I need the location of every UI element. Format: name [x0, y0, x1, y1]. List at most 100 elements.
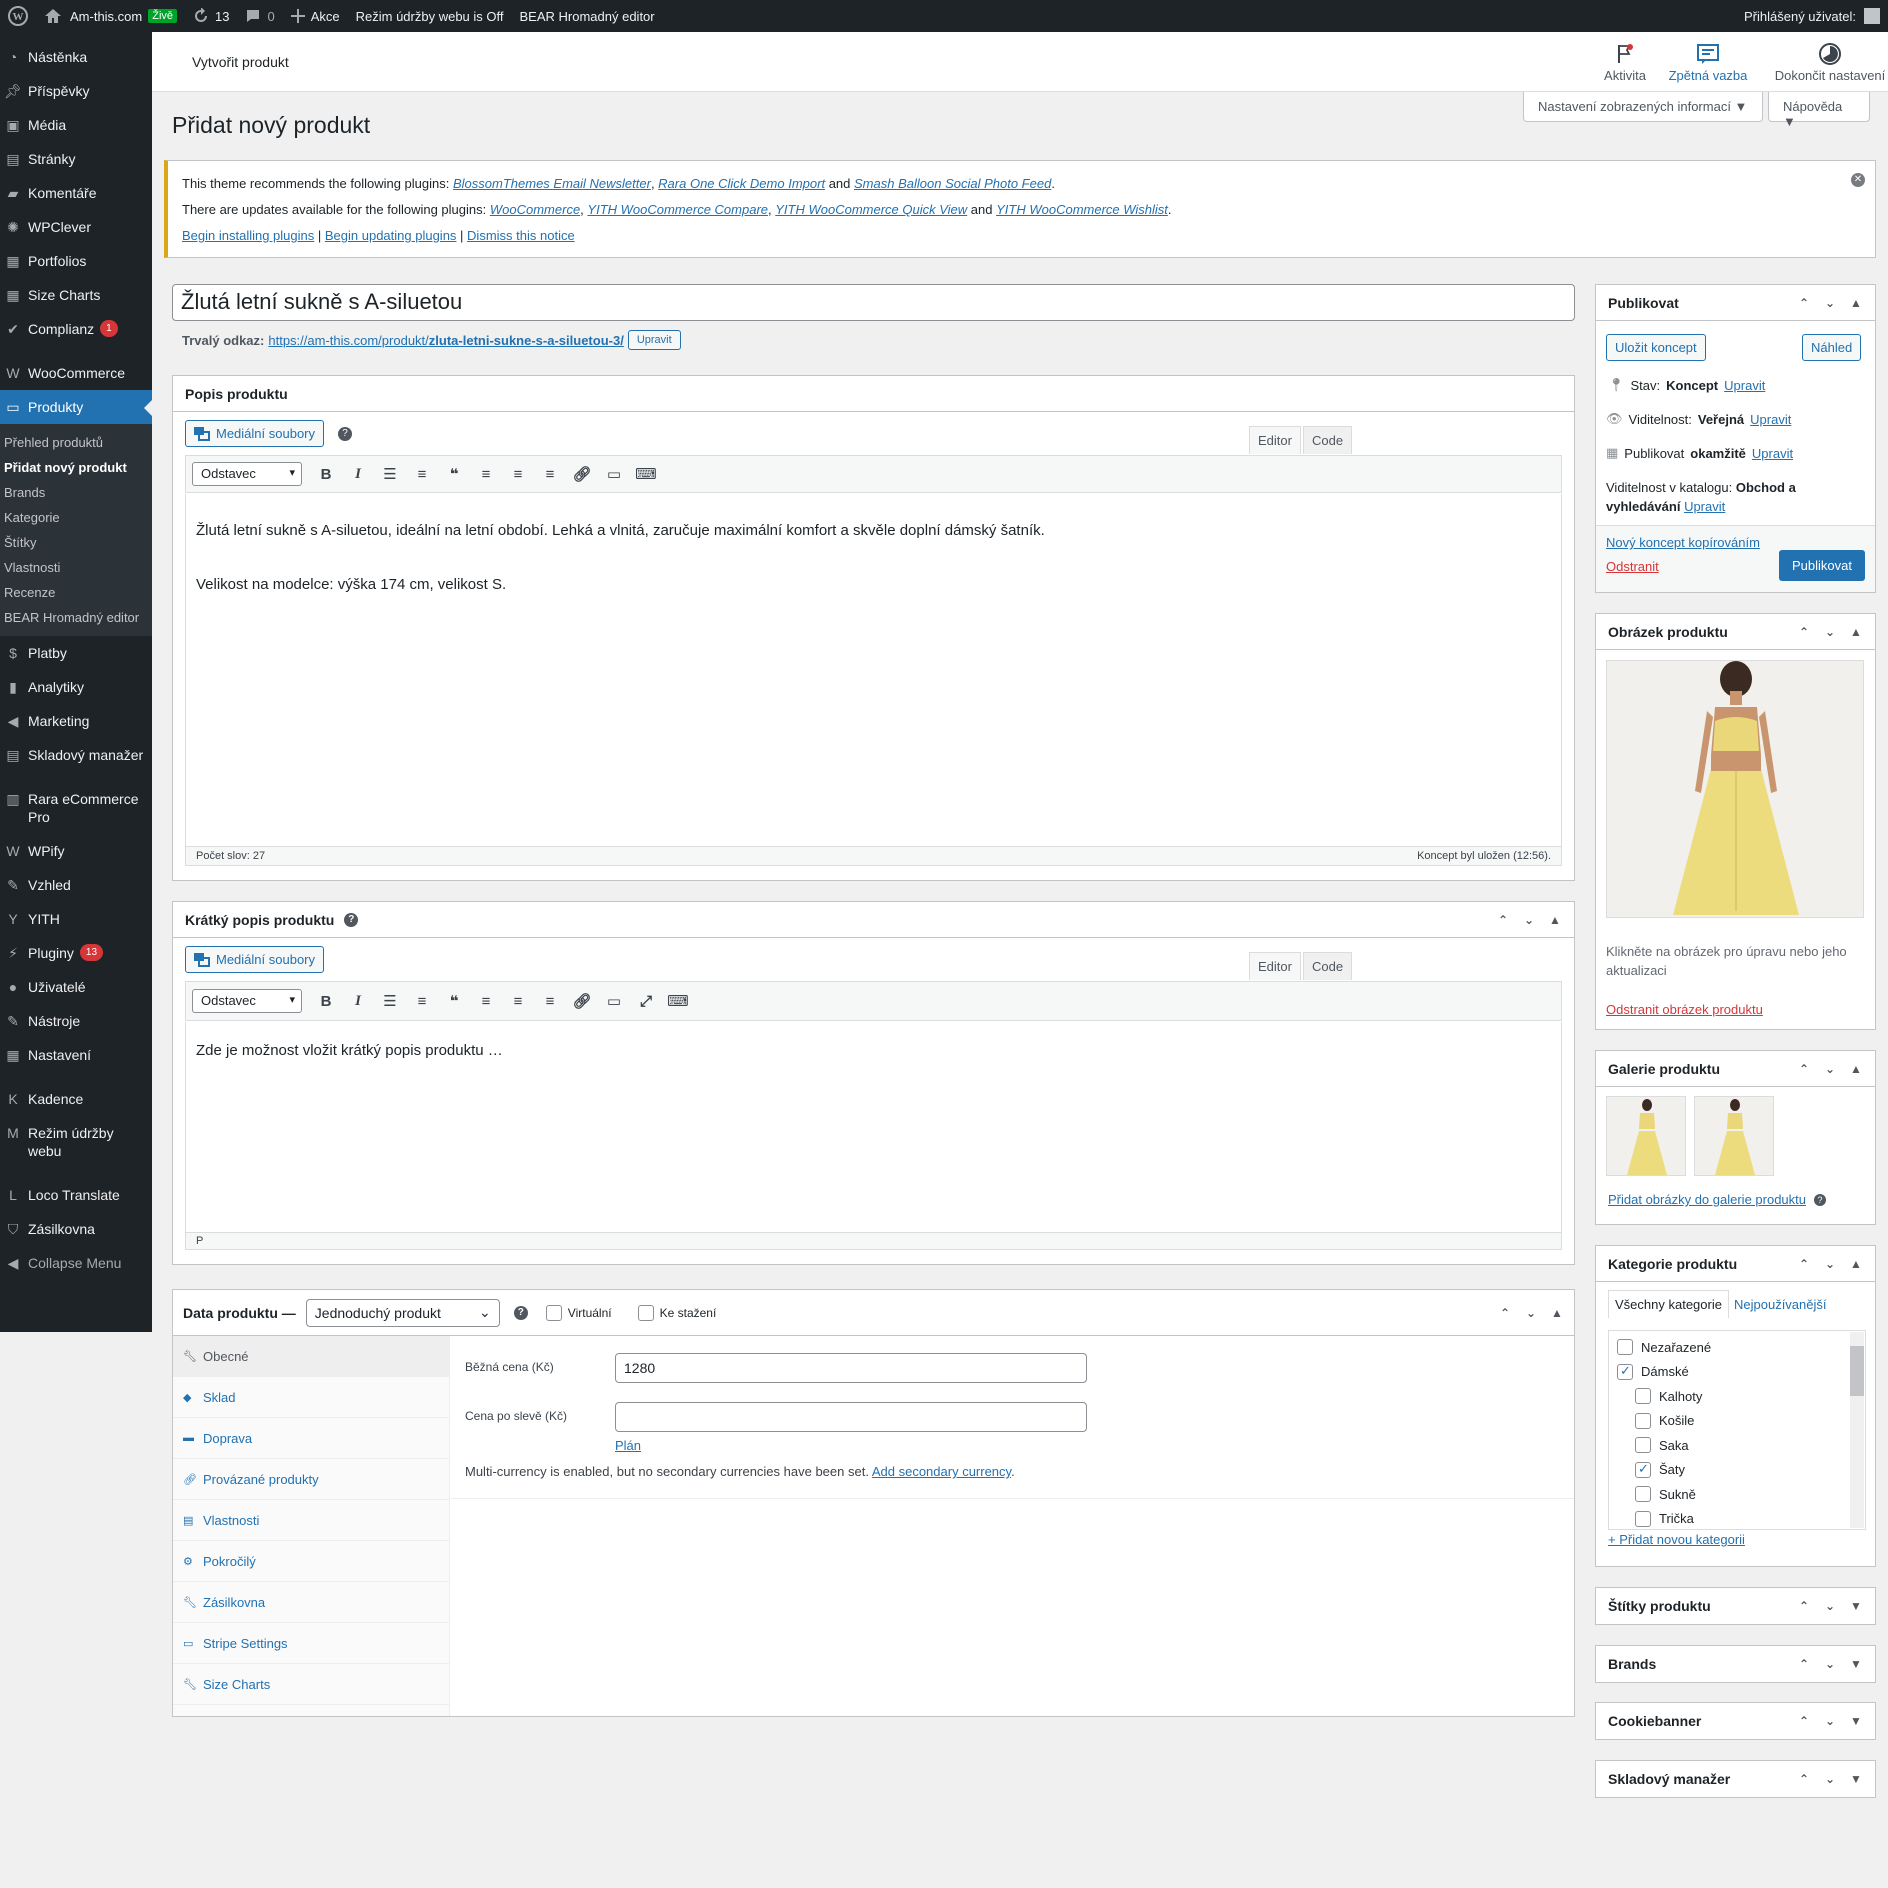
align-center-icon[interactable]: ≡	[502, 993, 534, 1010]
sidebar-item-table[interactable]: ▦ Size Charts	[0, 278, 152, 312]
add-currency-link[interactable]: Add secondary currency	[872, 1464, 1011, 1479]
align-right-icon[interactable]: ≡	[534, 466, 566, 483]
status-edit-link[interactable]: Upravit	[1724, 378, 1765, 393]
move-down-icon[interactable]: ⌄	[1823, 625, 1837, 639]
product-image[interactable]	[1606, 660, 1864, 918]
submenu-item[interactable]: Štítky	[0, 530, 152, 555]
toggle-panel-icon[interactable]: ▲	[1849, 296, 1863, 310]
downloadable-checkbox[interactable]	[637, 1304, 654, 1321]
italic-icon[interactable]: I	[342, 993, 374, 1010]
tab-code[interactable]: Code	[1303, 952, 1353, 980]
sidebar-item-dashboard[interactable]: ◔ Nástěnka	[0, 40, 152, 74]
move-up-icon[interactable]: ⌃	[1797, 1714, 1811, 1728]
sidebar-item-stats[interactable]: ▥ Rara eCommerce Pro	[0, 782, 152, 834]
short-description-editor[interactable]: Zde je možnost vložit krátký popis produ…	[185, 1022, 1562, 1232]
align-right-icon[interactable]: ≡	[534, 993, 566, 1010]
submenu-item[interactable]: Přehled produktů	[0, 430, 152, 455]
tab-editor[interactable]: Editor	[1249, 426, 1301, 454]
toolbar-toggle-icon[interactable]: ⌨	[630, 465, 662, 483]
notice-plugin-link[interactable]: YITH WooCommerce Compare	[587, 202, 768, 217]
notice-action-link[interactable]: Dismiss this notice	[467, 228, 575, 243]
post-title-input[interactable]: Žlutá letní sukně s A-siluetou	[172, 284, 1575, 321]
move-down-icon[interactable]: ⌄	[1823, 1062, 1837, 1076]
toggle-panel-icon[interactable]: ▼	[1849, 1599, 1863, 1613]
sidebar-item-comments[interactable]: ▰ Komentáře	[0, 176, 152, 210]
sidebar-item-pages[interactable]: ▤ Stránky	[0, 142, 152, 176]
virtual-checkbox[interactable]	[545, 1304, 562, 1321]
sidebar-item-bulb[interactable]: ✺ WPClever	[0, 210, 152, 244]
move-up-icon[interactable]: ⌃	[1797, 1062, 1811, 1076]
quote-icon[interactable]: ❝	[438, 992, 470, 1010]
bullet-list-icon[interactable]: ☰	[374, 465, 406, 483]
quote-icon[interactable]: ❝	[438, 465, 470, 483]
toolbar-toggle-icon[interactable]: ⌨	[662, 992, 694, 1010]
add-gallery-images-link[interactable]: Přidat obrázky do galerie produktu	[1608, 1192, 1806, 1207]
move-up-icon[interactable]: ⌃	[1797, 1599, 1811, 1613]
help-button[interactable]: Nápověda ▼	[1768, 92, 1870, 129]
toggle-panel-icon[interactable]: ▲	[1849, 1257, 1863, 1271]
maintenance-link[interactable]: Režim údržby webu is Off	[348, 0, 512, 32]
move-down-icon[interactable]: ⌄	[1522, 913, 1536, 927]
sidebar-item-woo[interactable]: W WooCommerce	[0, 356, 152, 390]
toggle-panel-icon[interactable]: ▼	[1849, 1772, 1863, 1786]
category-checkbox[interactable]	[1635, 1461, 1651, 1478]
sidebar-item-settings[interactable]: ▦ Nastavení	[0, 1038, 152, 1072]
schedule-link[interactable]: Plán	[615, 1438, 641, 1453]
format-select[interactable]: Odstavec	[192, 989, 302, 1013]
move-up-icon[interactable]: ⌃	[1797, 625, 1811, 639]
submenu-item[interactable]: Kategorie	[0, 505, 152, 530]
copy-draft-link[interactable]: Nový koncept kopírováním	[1606, 535, 1760, 550]
numbered-list-icon[interactable]: ≡	[406, 993, 438, 1010]
sidebar-item-translate[interactable]: L Loco Translate	[0, 1178, 152, 1212]
link-icon[interactable]: 🔗︎	[566, 992, 598, 1010]
link-icon[interactable]: 🔗︎	[566, 465, 598, 483]
sidebar-item-shield[interactable]: ⛉ Zásilkovna	[0, 1212, 152, 1246]
bold-icon[interactable]: B	[310, 466, 342, 483]
product-tab-size-charts[interactable]: 🔧︎ Size Charts	[173, 1664, 449, 1705]
product-tab-vlastnosti[interactable]: ▤ Vlastnosti	[173, 1500, 449, 1541]
site-name-link[interactable]: Am-this.com Živě	[36, 0, 185, 32]
submenu-item[interactable]: Vlastnosti	[0, 555, 152, 580]
finish-setup-button[interactable]: Dokončit nastavení	[1772, 40, 1888, 83]
fullscreen-icon[interactable]: ⤢	[630, 993, 662, 1010]
collapsed-box-header[interactable]: Štítky produktu ⌃ ⌄ ▼	[1596, 1588, 1875, 1624]
toggle-panel-icon[interactable]: ▲	[1849, 1062, 1863, 1076]
product-tab-provázané-produkty[interactable]: 🔗︎ Provázané produkty	[173, 1459, 449, 1500]
category-checkbox[interactable]	[1617, 1339, 1633, 1356]
sidebar-item-pin[interactable]: 📌︎ Příspěvky	[0, 74, 152, 108]
move-up-icon[interactable]: ⌃	[1797, 1772, 1811, 1786]
notice-action-link[interactable]: Begin updating plugins	[325, 228, 457, 243]
product-tab-pokročilý[interactable]: ⚙ Pokročilý	[173, 1541, 449, 1582]
product-tab-zásilkovna[interactable]: 🔧︎ Zásilkovna	[173, 1582, 449, 1623]
regular-price-input[interactable]: 1280	[615, 1353, 1087, 1383]
help-icon[interactable]: ?	[513, 1305, 528, 1320]
gallery-image[interactable]	[1694, 1096, 1774, 1176]
toggle-panel-icon[interactable]: ▲	[1849, 625, 1863, 639]
product-type-select[interactable]: Jednoduchý produkt ⌄	[305, 1298, 500, 1327]
sale-price-input[interactable]	[615, 1402, 1087, 1432]
description-editor[interactable]: Žlutá letní sukně s A-siluetou, ideální …	[185, 494, 1562, 846]
align-left-icon[interactable]: ≡	[470, 993, 502, 1010]
format-select[interactable]: Odstavec	[192, 462, 302, 486]
toggle-panel-icon[interactable]: ▼	[1849, 1714, 1863, 1728]
user-account[interactable]: Přihlášený uživatel:	[1736, 0, 1888, 32]
permalink-edit-button[interactable]: Upravit	[627, 330, 681, 350]
move-up-icon[interactable]: ⌃	[1496, 913, 1510, 927]
sidebar-item-tools[interactable]: ✎ Nástroje	[0, 1004, 152, 1038]
bear-link[interactable]: BEAR Hromadný editor	[512, 0, 663, 32]
sidebar-item-check[interactable]: ✔ Complianz 1	[0, 312, 152, 346]
product-tab-stripe-settings[interactable]: ▭ Stripe Settings	[173, 1623, 449, 1664]
notice-plugin-link[interactable]: Smash Balloon Social Photo Feed	[854, 176, 1051, 191]
help-icon[interactable]: ?	[1814, 1193, 1827, 1206]
toggle-panel-icon[interactable]: ▲	[1550, 1306, 1564, 1320]
sidebar-item-maintenance[interactable]: M Režim údržby webu	[0, 1116, 152, 1168]
product-tab-obecné[interactable]: 🔧︎ Obecné	[173, 1336, 449, 1377]
tab-editor[interactable]: Editor	[1249, 952, 1301, 980]
sidebar-item-brush[interactable]: ✎ Vzhled	[0, 868, 152, 902]
notice-plugin-link[interactable]: YITH WooCommerce Wishlist	[996, 202, 1168, 217]
submenu-item[interactable]: Recenze	[0, 580, 152, 605]
collapsed-box-header[interactable]: Brands ⌃ ⌄ ▼	[1596, 1646, 1875, 1682]
category-scrollbar[interactable]	[1850, 1332, 1864, 1528]
bullet-list-icon[interactable]: ☰	[374, 992, 406, 1010]
notice-plugin-link[interactable]: YITH WooCommerce Quick View	[775, 202, 967, 217]
